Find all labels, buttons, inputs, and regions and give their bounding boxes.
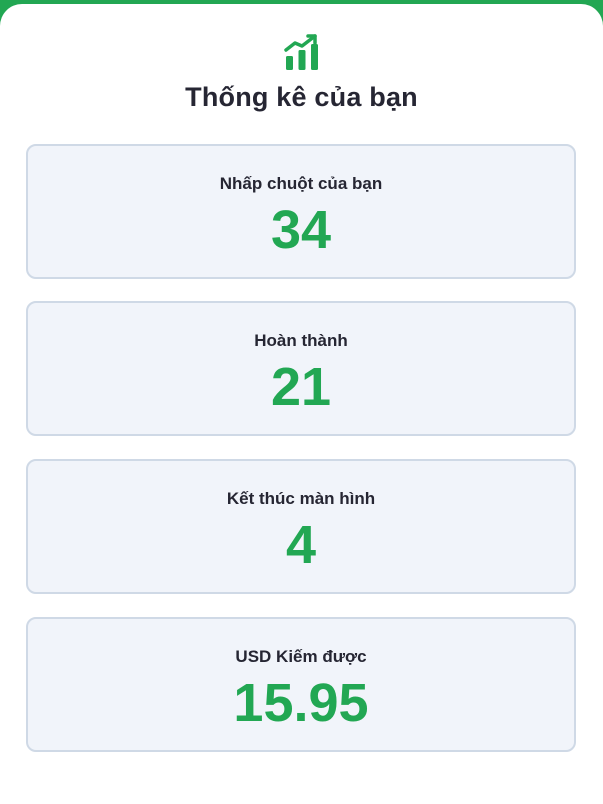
stat-value: 4 [285,515,317,575]
stat-label: USD Kiếm được [235,647,367,666]
stat-value: 21 [270,357,332,417]
stats-panel: Thống kê của bạn Nhấp chuột của bạn 34 H… [0,4,603,804]
stat-label: Kết thúc màn hình [226,489,376,508]
page-title: Thống kê của bạn [185,82,418,112]
stat-label: Nhấp chuột của bạn [219,174,383,193]
stat-card-usd-earned: USD Kiếm được 15.95 [26,617,576,752]
stat-card-clicks: Nhấp chuột của bạn 34 [26,144,576,279]
bar-chart-trend-icon [284,34,318,70]
stat-value: 34 [270,200,332,260]
stat-card-screen-end: Kết thúc màn hình 4 [26,459,576,594]
stat-value: 15.95 [233,673,369,733]
stat-card-completed: Hoàn thành 21 [26,301,576,436]
stat-label: Hoàn thành [254,331,348,350]
